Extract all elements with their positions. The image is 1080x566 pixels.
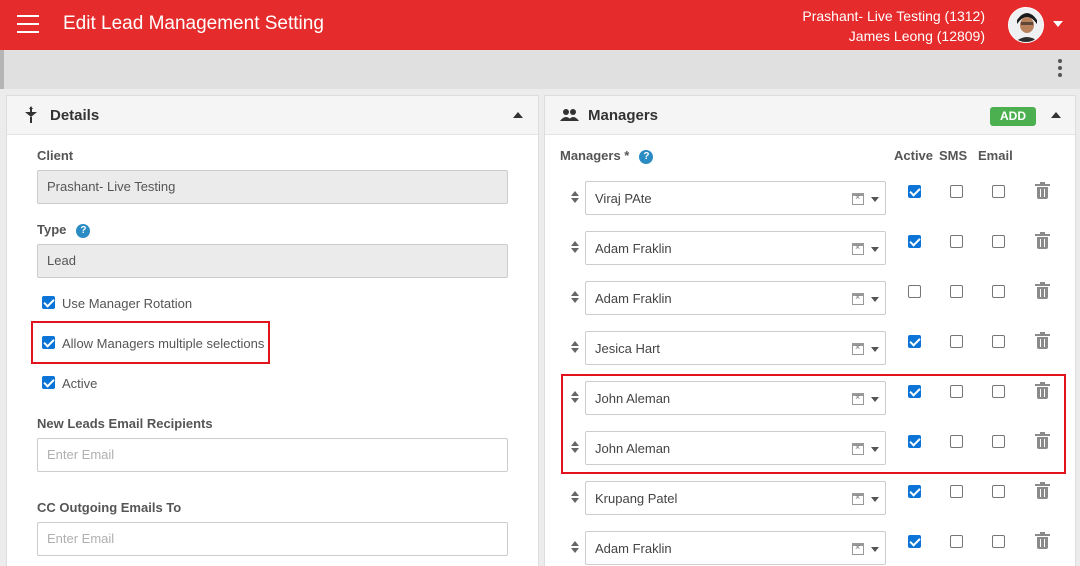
funnel-icon [25, 106, 37, 123]
email-checkbox[interactable] [992, 185, 1005, 198]
dropdown-chevron-down-icon[interactable] [871, 497, 879, 502]
active-checkbox[interactable] [42, 376, 55, 389]
dropdown-chevron-down-icon[interactable] [871, 197, 879, 202]
avatar[interactable] [1008, 7, 1044, 43]
managers-label: Managers *? [560, 148, 654, 164]
duplicate-highlight-box [561, 374, 1066, 474]
type-label-text: Type [37, 222, 67, 237]
col-email-header: Email [978, 148, 1013, 163]
managers-title: Managers [588, 107, 659, 124]
manager-name: Adam Fraklin [595, 241, 672, 256]
calendar-clear-icon[interactable] [852, 242, 864, 255]
manager-name: Jesica Hart [595, 341, 661, 356]
new-leads-email-input[interactable]: Enter Email [37, 438, 508, 472]
active-checkbox[interactable] [908, 285, 921, 298]
account-name: Prashant- Live Testing (1312) [802, 8, 985, 24]
active-checkbox[interactable] [908, 235, 921, 248]
manager-name: Adam Fraklin [595, 291, 672, 306]
dropdown-chevron-down-icon[interactable] [871, 347, 879, 352]
drag-handle-icon[interactable] [571, 191, 579, 205]
user-menu-chevron-down-icon[interactable] [1053, 21, 1063, 27]
add-manager-button[interactable]: ADD [990, 107, 1036, 126]
use-manager-rotation-label: Use Manager Rotation [62, 296, 193, 311]
manager-name: Krupang Patel [595, 491, 678, 506]
more-options-icon[interactable] [1058, 59, 1062, 80]
trash-icon[interactable] [1035, 532, 1050, 549]
drag-handle-icon[interactable] [571, 291, 579, 305]
drag-handle-icon[interactable] [571, 241, 579, 255]
active-checkbox[interactable] [908, 485, 921, 498]
calendar-clear-icon[interactable] [852, 292, 864, 305]
email-checkbox[interactable] [992, 235, 1005, 248]
cc-emails-input[interactable]: Enter Email [37, 522, 508, 556]
type-field: Lead [37, 244, 508, 278]
sms-checkbox[interactable] [950, 235, 963, 248]
active-label: Active [62, 376, 98, 391]
active-checkbox[interactable] [908, 335, 921, 348]
manager-name: Adam Fraklin [595, 541, 672, 556]
trash-icon[interactable] [1035, 482, 1050, 499]
sms-checkbox[interactable] [950, 285, 963, 298]
trash-icon[interactable] [1035, 282, 1050, 299]
email-checkbox[interactable] [992, 285, 1005, 298]
users-icon [560, 109, 579, 121]
action-bar [0, 50, 1080, 89]
details-title: Details [50, 107, 100, 124]
managers-label-text: Managers * [560, 148, 630, 163]
col-active-header: Active [894, 148, 934, 163]
sms-checkbox[interactable] [950, 535, 963, 548]
calendar-clear-icon[interactable] [852, 542, 864, 555]
collapse-chevron-up-icon[interactable] [513, 112, 523, 118]
managers-help-icon[interactable]: ? [639, 149, 654, 164]
calendar-clear-icon[interactable] [852, 342, 864, 355]
type-label: Type? [37, 222, 91, 238]
manager-name: Viraj PAte [595, 191, 652, 206]
drag-handle-icon[interactable] [571, 341, 579, 355]
email-checkbox[interactable] [992, 485, 1005, 498]
top-app-bar: Edit Lead Management Setting Prashant- L… [0, 0, 1080, 50]
sms-checkbox[interactable] [950, 335, 963, 348]
sms-checkbox[interactable] [950, 485, 963, 498]
manager-select[interactable]: Krupang Patel [585, 481, 886, 515]
calendar-clear-icon[interactable] [852, 492, 864, 505]
collapse-managers-chevron-up-icon[interactable] [1051, 112, 1061, 118]
new-leads-email-label: New Leads Email Recipients [37, 416, 213, 431]
manager-select[interactable]: Jesica Hart [585, 331, 886, 365]
use-manager-rotation-checkbox[interactable] [42, 296, 55, 309]
active-checkbox[interactable] [908, 185, 921, 198]
drag-handle-icon[interactable] [571, 491, 579, 505]
client-field: Prashant- Live Testing [37, 170, 508, 204]
manager-select[interactable]: Adam Fraklin [585, 531, 886, 565]
active-checkbox[interactable] [908, 535, 921, 548]
trash-icon[interactable] [1035, 182, 1050, 199]
client-label: Client [37, 148, 74, 163]
manager-select[interactable]: Adam Fraklin [585, 231, 886, 265]
hamburger-menu-icon[interactable] [17, 15, 39, 33]
col-sms-header: SMS [939, 148, 968, 163]
details-panel-header[interactable]: Details [7, 96, 538, 135]
email-checkbox[interactable] [992, 535, 1005, 548]
user-name: James Leong (12809) [848, 28, 985, 44]
calendar-clear-icon[interactable] [852, 192, 864, 205]
manager-select[interactable]: Viraj PAte [585, 181, 886, 215]
trash-icon[interactable] [1035, 232, 1050, 249]
dropdown-chevron-down-icon[interactable] [871, 297, 879, 302]
manager-select[interactable]: Adam Fraklin [585, 281, 886, 315]
help-icon[interactable]: ? [76, 223, 91, 238]
dropdown-chevron-down-icon[interactable] [871, 247, 879, 252]
trash-icon[interactable] [1035, 332, 1050, 349]
drag-handle-icon[interactable] [571, 541, 579, 555]
sms-checkbox[interactable] [950, 185, 963, 198]
allow-multiple-selections-label: Allow Managers multiple selections [62, 336, 265, 351]
cc-emails-label: CC Outgoing Emails To [37, 500, 182, 515]
email-checkbox[interactable] [992, 335, 1005, 348]
page-title: Edit Lead Management Setting [63, 13, 324, 34]
allow-multiple-selections-checkbox[interactable] [42, 336, 55, 349]
user-info: Prashant- Live Testing (1312) James Leon… [802, 6, 985, 46]
dropdown-chevron-down-icon[interactable] [871, 547, 879, 552]
